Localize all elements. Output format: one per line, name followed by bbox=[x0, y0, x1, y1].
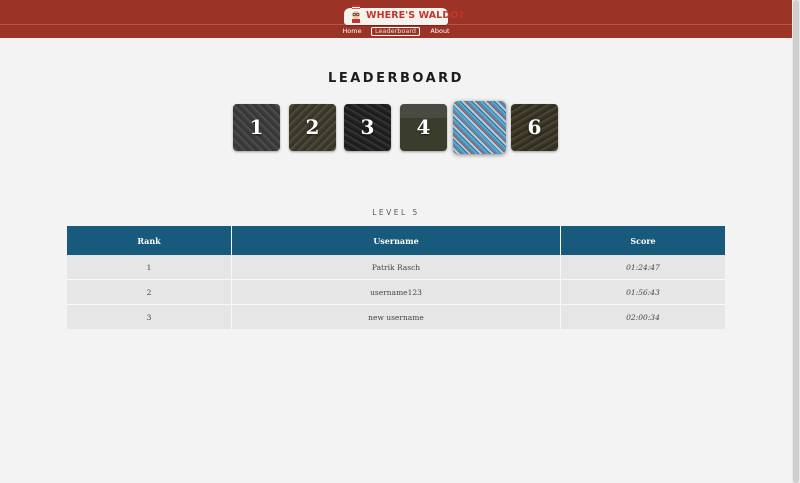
level-2-button[interactable]: 2 bbox=[289, 104, 336, 151]
column-header-score: Score bbox=[560, 226, 725, 255]
level-5-number bbox=[453, 101, 506, 154]
selected-level-label: LEVEL 5 bbox=[372, 208, 420, 217]
score-cell: 01:56:43 bbox=[560, 279, 725, 305]
level-5-button[interactable] bbox=[453, 101, 506, 154]
table-header-row: Rank Username Score bbox=[67, 226, 725, 255]
table-row: 3 new username 02:00:34 bbox=[67, 304, 725, 329]
nav-home[interactable]: Home bbox=[340, 27, 364, 36]
level-6-number: 6 bbox=[527, 115, 542, 139]
table-row: 1 Patrik Rasch 01:24:47 bbox=[67, 255, 725, 280]
username-cell: Patrik Rasch bbox=[231, 255, 561, 280]
nav-leaderboard[interactable]: Leaderboard bbox=[371, 27, 420, 36]
column-header-rank: Rank bbox=[67, 226, 232, 255]
column-header-username: Username bbox=[231, 226, 561, 255]
score-cell: 02:00:34 bbox=[560, 304, 725, 329]
rank-cell: 2 bbox=[67, 279, 232, 305]
leaderboard-table: Rank Username Score 1 Patrik Rasch 01:24… bbox=[67, 226, 725, 329]
waldo-head-icon bbox=[352, 5, 360, 23]
level-6-button[interactable]: 6 bbox=[511, 104, 558, 151]
level-3-button[interactable]: 3 bbox=[344, 104, 391, 151]
level-3-number: 3 bbox=[360, 115, 375, 139]
username-cell: username123 bbox=[231, 279, 561, 305]
level-2-number: 2 bbox=[305, 115, 320, 139]
level-4-number: 4 bbox=[416, 115, 431, 139]
username-cell: new username bbox=[231, 304, 561, 329]
nav-about[interactable]: About bbox=[428, 27, 452, 36]
scrollbar-thumb[interactable] bbox=[793, 0, 799, 483]
level-4-button[interactable]: 4 bbox=[400, 104, 447, 151]
logo-text: WHERE'S WALDO? bbox=[366, 10, 465, 21]
page-title: LEADERBOARD bbox=[328, 71, 464, 86]
level-1-number: 1 bbox=[249, 115, 264, 139]
level-1-button[interactable]: 1 bbox=[233, 104, 280, 151]
score-cell: 01:24:47 bbox=[560, 255, 725, 280]
table-row: 2 username123 01:56:43 bbox=[67, 279, 725, 305]
rank-cell: 3 bbox=[67, 304, 232, 329]
rank-cell: 1 bbox=[67, 255, 232, 280]
wheres-waldo-logo[interactable]: WHERE'S WALDO? bbox=[344, 5, 464, 25]
